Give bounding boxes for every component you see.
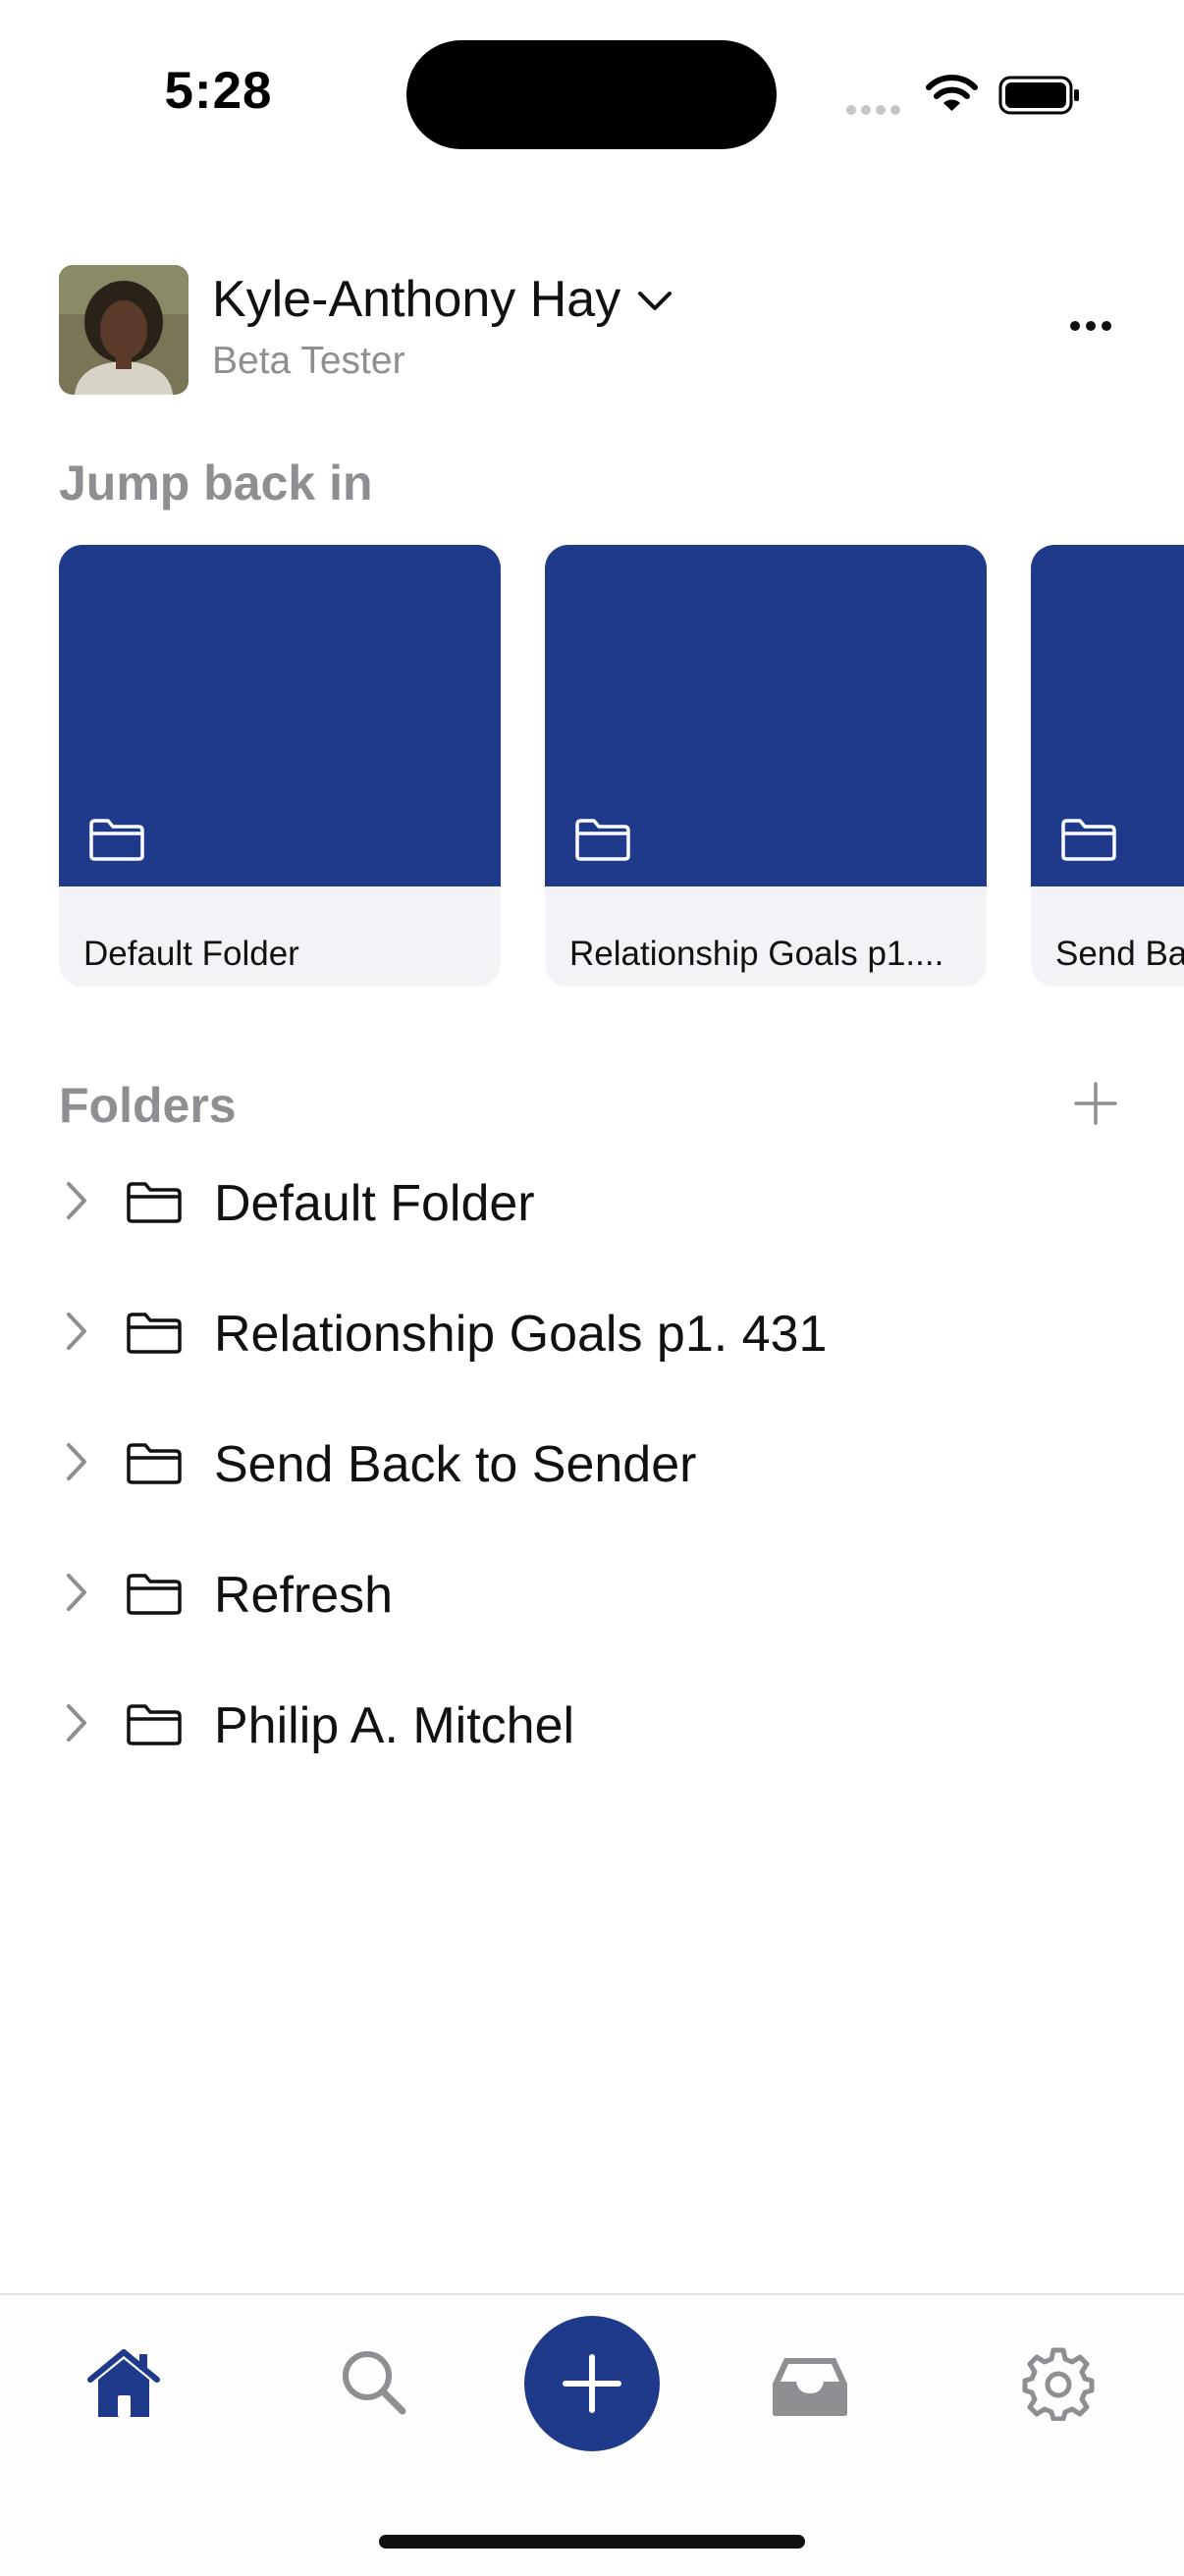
folder-icon [127,1443,182,1484]
more-options-icon[interactable] [1070,318,1129,338]
folder-icon [89,819,144,861]
folder-row-relationship-goals[interactable]: Relationship Goals p1. 431 [0,1277,1184,1385]
folder-icon [127,1313,182,1354]
wifi-icon [926,75,978,111]
recent-card-default-folder[interactable]: Default Folder [59,545,501,987]
folder-icon [127,1574,182,1615]
card-label: Relationship Goals p1.... [569,935,944,973]
folder-label: Send Back to Sender [214,1436,697,1493]
user-name[interactable]: Kyle-Anthony Hay [212,270,620,329]
chevron-right-icon[interactable] [65,1702,88,1744]
gear-icon[interactable] [1021,2346,1096,2421]
card-label: Send Ba [1055,935,1184,973]
folder-label: Refresh [214,1567,394,1624]
folder-icon [575,819,630,861]
cellular-signal-icon [846,102,905,120]
folder-row-philip-mitchel[interactable]: Philip A. Mitchel [0,1669,1184,1777]
battery-icon [998,76,1079,115]
card-label: Default Folder [83,935,299,973]
folder-icon [1061,819,1116,861]
folders-title: Folders [59,1078,237,1133]
add-folder-icon[interactable] [1072,1080,1119,1127]
folder-row-send-back-to-sender[interactable]: Send Back to Sender [0,1408,1184,1516]
folder-label: Default Folder [214,1175,535,1232]
user-role: Beta Tester [212,340,405,382]
jump-back-in-title: Jump back in [59,456,373,510]
avatar[interactable] [59,265,188,395]
recent-card-relationship-goals[interactable]: Relationship Goals p1.... [545,545,987,987]
folder-icon [127,1182,182,1223]
home-indicator [379,2535,805,2549]
folder-label: Relationship Goals p1. 431 [214,1306,828,1363]
home-icon[interactable] [84,2346,163,2421]
add-button[interactable] [524,2316,660,2451]
recent-card-send-back[interactable]: Send Ba [1031,545,1184,987]
folder-row-refresh[interactable]: Refresh [0,1538,1184,1646]
plus-icon [563,2354,621,2413]
chevron-down-icon[interactable] [636,285,673,316]
folder-row-default-folder[interactable]: Default Folder [0,1147,1184,1255]
chevron-right-icon[interactable] [65,1572,88,1613]
status-time: 5:28 [164,62,273,120]
folder-icon [127,1704,182,1745]
chevron-right-icon[interactable] [65,1180,88,1221]
dynamic-island [406,40,777,149]
folder-label: Philip A. Mitchel [214,1697,575,1754]
chevron-right-icon[interactable] [65,1311,88,1352]
chevron-right-icon[interactable] [65,1441,88,1482]
search-icon[interactable] [338,2346,408,2417]
inbox-icon[interactable] [769,2354,851,2419]
